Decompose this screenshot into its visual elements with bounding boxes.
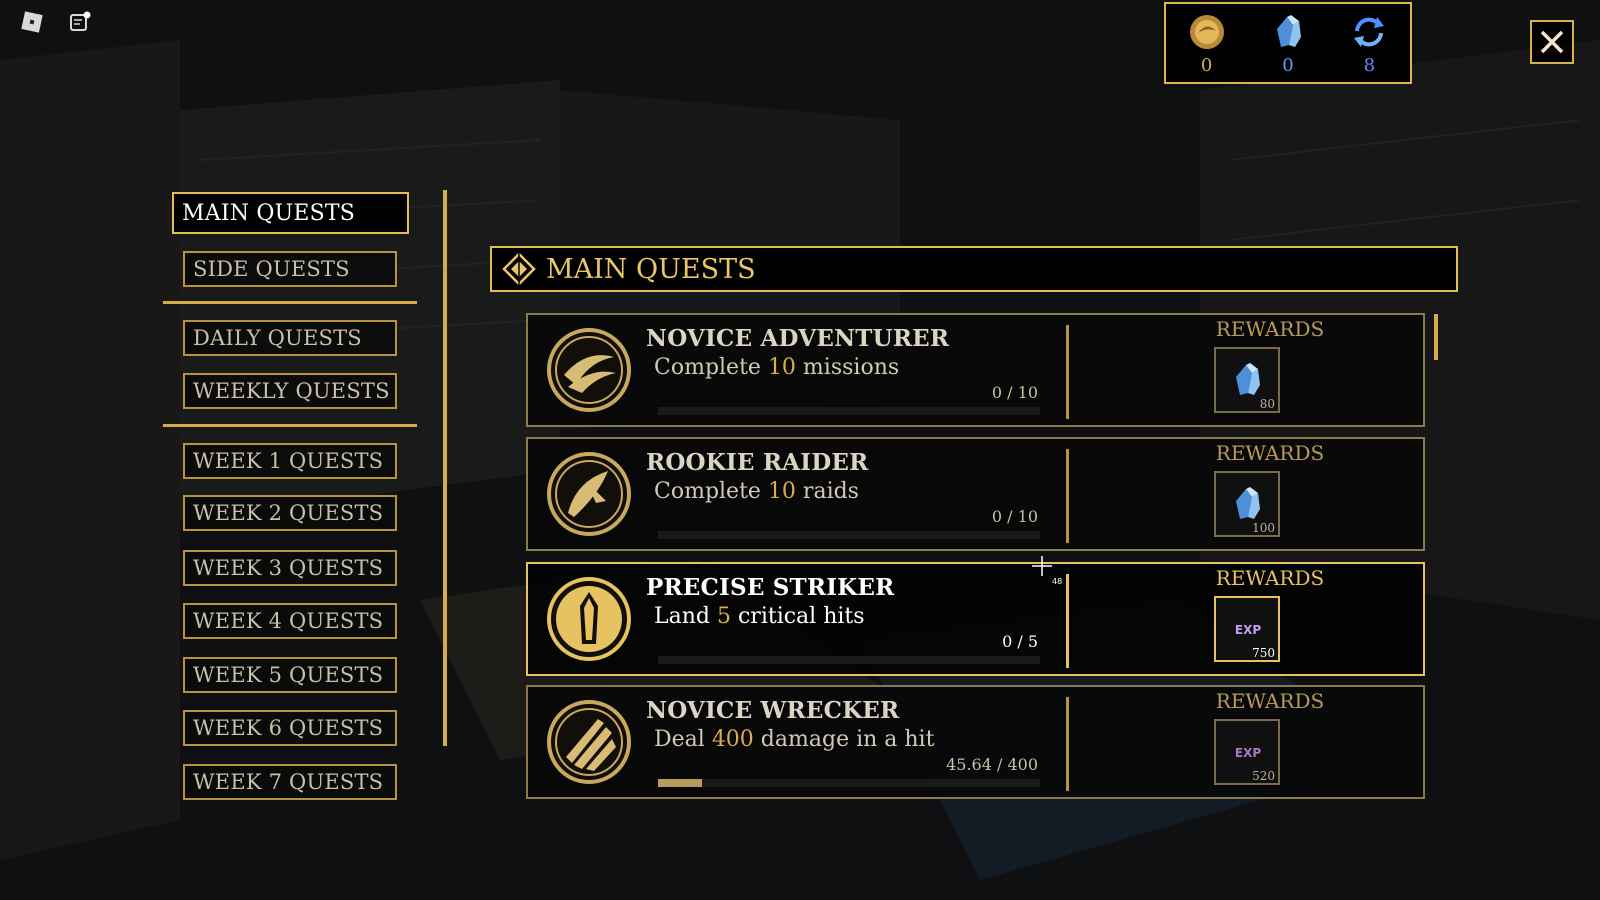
refresh-icon (1354, 16, 1385, 47)
reward-tile[interactable]: 80 (1214, 347, 1280, 413)
reward-tile[interactable]: EXP 520 (1214, 719, 1280, 785)
chat-icon[interactable] (68, 10, 92, 34)
quest-name: NOVICE WRECKER (646, 697, 900, 724)
quest-goal-number: 10 (767, 355, 796, 380)
reward-amount: 520 (1252, 769, 1275, 783)
crystal-currency: 0 (1253, 11, 1323, 76)
rewards-label: REWARDS (1215, 689, 1325, 713)
roblox-icon[interactable] (20, 10, 44, 34)
quest-progress-bar (658, 779, 1040, 787)
reward-amount: 750 (1252, 646, 1275, 660)
nav-daily-quests[interactable]: DAILY QUESTS (183, 320, 397, 356)
progress-fill (658, 779, 702, 787)
card-divider (1066, 449, 1069, 543)
reward-tile[interactable]: 100 (1214, 471, 1280, 537)
reward-amount: 100 (1252, 521, 1275, 535)
card-divider (1066, 574, 1069, 668)
quest-desc-text: Complete (654, 355, 768, 380)
nav-week-1-quests[interactable]: WEEK 1 QUESTS (183, 443, 397, 479)
reward-tile[interactable]: EXP 750 (1214, 596, 1280, 662)
gold-coin-icon (1189, 14, 1224, 49)
crystal-shard-emblem-icon (547, 577, 631, 661)
diamond-emblem-icon (502, 252, 536, 286)
reward-amount: 80 (1259, 397, 1275, 411)
nav-divider (163, 301, 417, 304)
gold-currency: 0 (1172, 11, 1242, 76)
refresh-currency: 8 (1334, 11, 1404, 76)
refresh-value: 8 (1363, 54, 1376, 76)
quest-goal-number: 5 (716, 604, 731, 629)
close-icon (1540, 30, 1564, 54)
quest-progress-bar (658, 531, 1040, 539)
nav-week-4-quests[interactable]: WEEK 4 QUESTS (183, 603, 397, 639)
quest-progress-text: 0 / 10 (991, 383, 1038, 402)
quest-desc-text: Land (654, 604, 717, 629)
quest-desc-text: Complete (654, 479, 768, 504)
swoosh-emblem-icon (547, 328, 631, 412)
panel-title: MAIN QUESTS (546, 253, 756, 285)
quest-goal-number: 10 (767, 479, 796, 504)
quest-desc-text: raids (795, 479, 859, 504)
quest-goal-number: 400 (711, 727, 754, 752)
card-divider (1066, 697, 1069, 791)
nav-week-2-quests[interactable]: WEEK 2 QUESTS (183, 495, 397, 531)
crystal-icon (1276, 14, 1301, 47)
panel-header: MAIN QUESTS (490, 246, 1458, 292)
currency-panel: 0 0 8 (1164, 2, 1412, 84)
rewards-label: REWARDS (1215, 566, 1325, 590)
crystal-value: 0 (1282, 54, 1294, 76)
quest-desc-text: missions (795, 355, 900, 380)
quest-progress-text: 0 / 5 (1002, 632, 1038, 651)
exp-icon: EXP (1235, 746, 1261, 760)
nav-divider (163, 424, 417, 427)
quest-desc-text: critical hits (730, 604, 865, 629)
gold-value: 0 (1200, 54, 1213, 76)
quest-progress-text: 45.64 / 400 (946, 755, 1038, 774)
nav-main-quests[interactable]: MAIN QUESTS (172, 192, 409, 234)
crystal-icon (1236, 363, 1260, 395)
rewards-label: REWARDS (1215, 317, 1325, 341)
quest-name: ROOKIE RAIDER (646, 449, 869, 476)
claw-emblem-icon (547, 700, 631, 784)
quest-progress-bar (658, 656, 1040, 664)
nav-week-6-quests[interactable]: WEEK 6 QUESTS (183, 710, 397, 746)
quest-description: Land 5 critical hits (654, 604, 865, 629)
nav-side-quests[interactable]: SIDE QUESTS (183, 251, 397, 287)
svg-text:EXP: EXP (1235, 623, 1261, 637)
quest-progress-bar (658, 407, 1040, 415)
nav-week-5-quests[interactable]: WEEK 5 QUESTS (183, 657, 397, 693)
nav-week-3-quests[interactable]: WEEK 3 QUESTS (183, 550, 397, 586)
crystal-icon (1236, 487, 1260, 519)
quest-card[interactable]: PRECISE STRIKER Land 5 critical hits 0 /… (526, 562, 1425, 676)
exp-icon: EXP (1235, 623, 1261, 637)
svg-text:48: 48 (1052, 577, 1062, 586)
rewards-label: REWARDS (1215, 441, 1325, 465)
quest-desc-text: Deal (654, 727, 712, 752)
quest-description: Complete 10 missions (654, 355, 899, 380)
sidebar-divider (443, 190, 447, 746)
quest-name: PRECISE STRIKER (646, 574, 895, 601)
nav-weekly-quests[interactable]: WEEKLY QUESTS (183, 373, 397, 409)
card-divider (1066, 325, 1069, 419)
quest-name: NOVICE ADVENTURER (646, 325, 950, 352)
close-button[interactable] (1530, 20, 1574, 64)
quest-desc-text: damage in a hit (753, 727, 935, 752)
scrollbar[interactable] (1434, 314, 1438, 360)
svg-text:EXP: EXP (1235, 746, 1261, 760)
quest-description: Deal 400 damage in a hit (654, 727, 934, 752)
quest-description: Complete 10 raids (654, 479, 859, 504)
quest-progress-text: 0 / 10 (991, 507, 1038, 526)
quest-card[interactable]: NOVICE ADVENTURER Complete 10 missions 0… (526, 313, 1425, 427)
nav-week-7-quests[interactable]: WEEK 7 QUESTS (183, 764, 397, 800)
crosshair-cursor-icon: 48 (1032, 556, 1062, 586)
quest-card[interactable]: ROOKIE RAIDER Complete 10 raids 0 / 10 R… (526, 437, 1425, 551)
leaf-emblem-icon (547, 452, 631, 536)
quest-card[interactable]: NOVICE WRECKER Deal 400 damage in a hit … (526, 685, 1425, 799)
